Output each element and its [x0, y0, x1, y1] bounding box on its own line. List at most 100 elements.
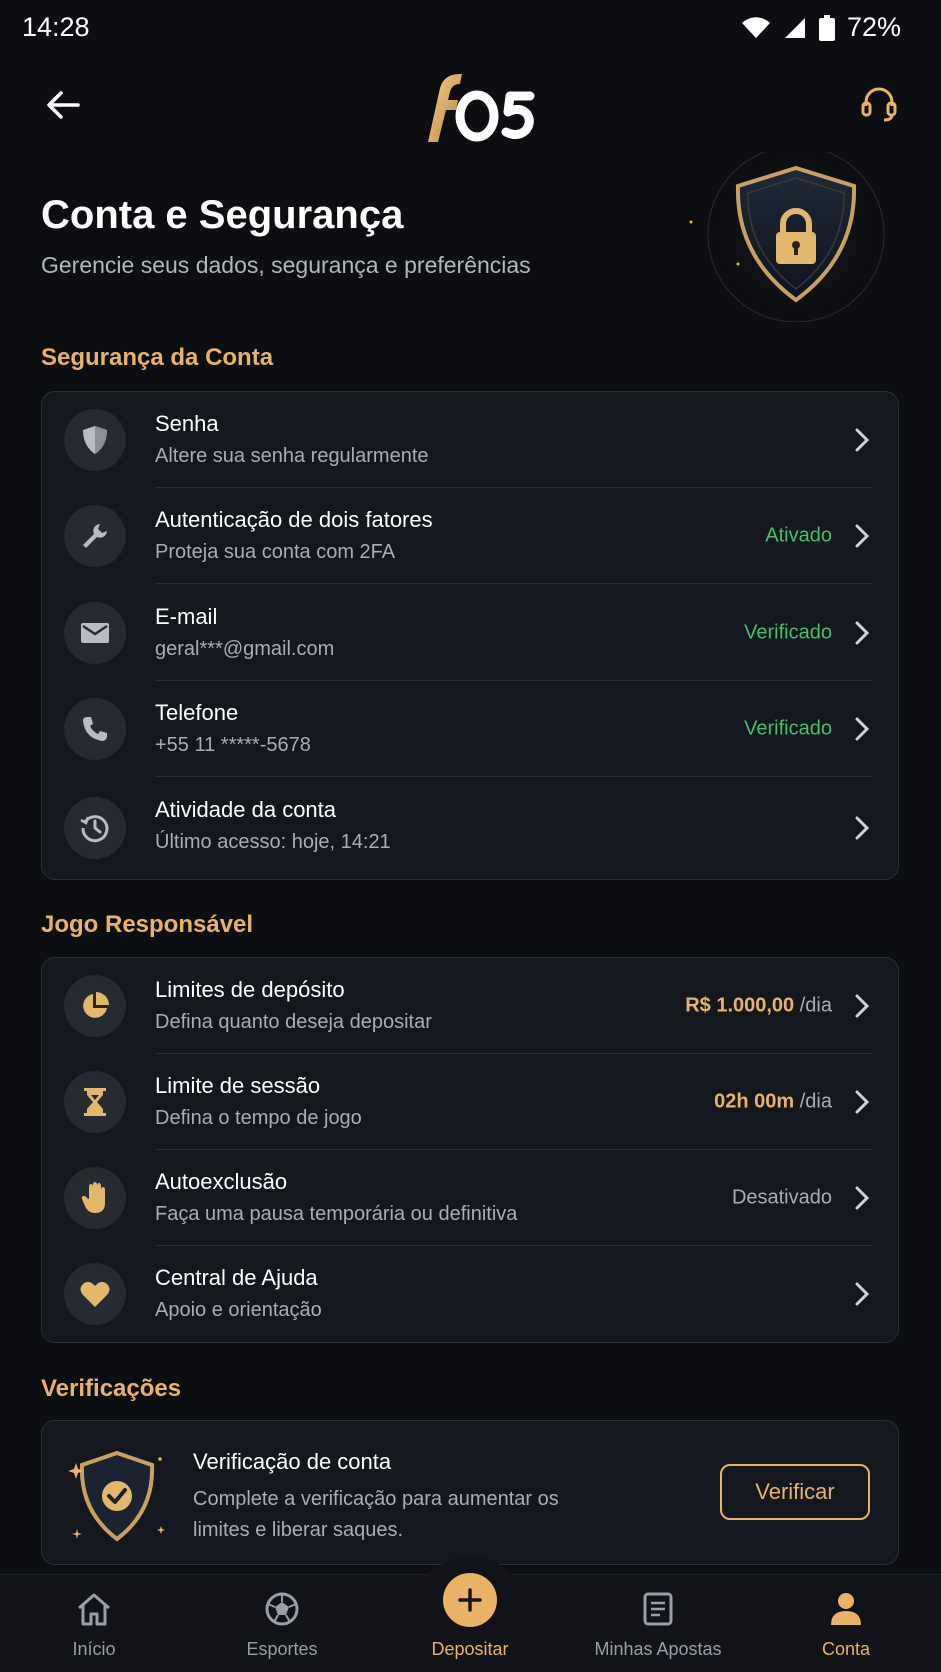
soccer-ball-icon [262, 1589, 302, 1629]
row-icon-wrap [64, 602, 126, 664]
nav-label: Início [72, 1639, 116, 1659]
row-icon-wrap [64, 975, 126, 1037]
limit-unit: /dia [799, 994, 832, 1017]
chevron-right-icon [850, 714, 874, 744]
chevron-right-icon [850, 813, 874, 843]
row-two-factor[interactable]: Autenticação de dois fatores Proteja sua… [42, 488, 900, 584]
limit-amount: R$ 1.000,00 [685, 994, 795, 1017]
nav-home[interactable]: Início [0, 1575, 188, 1672]
plus-icon [443, 1573, 497, 1627]
section-title-security: Segurança da Conta [41, 344, 274, 371]
chevron-right-icon [850, 521, 874, 551]
session-limit-value: 02h 00m /dia [714, 1091, 832, 1114]
verification-card: Verificação de conta Complete a verifica… [41, 1420, 899, 1565]
row-password[interactable]: Senha Altere sua senha regularmente [42, 392, 900, 488]
section-title-responsible: Jogo Responsável [41, 911, 254, 938]
status-badge: Verificado [744, 621, 832, 644]
f05-logo [428, 74, 535, 142]
row-email[interactable]: E-mail geral***@gmail.com Verificado [42, 585, 900, 681]
status-icons: 72% [741, 12, 901, 43]
signal-icon [784, 17, 805, 38]
nav-my-bets[interactable]: Minhas Apostas [564, 1575, 752, 1672]
status-badge: Desativado [731, 1186, 832, 1209]
shield-icon [83, 426, 107, 454]
row-title: Atividade da conta [155, 797, 337, 822]
row-title: Limites de depósito [155, 977, 345, 1002]
row-phone[interactable]: Telefone +55 11 *****-5678 Verificado [42, 681, 900, 777]
row-icon-wrap [64, 409, 126, 471]
back-button[interactable] [40, 82, 86, 128]
nav-account[interactable]: Conta [752, 1575, 940, 1672]
pie-chart-icon [83, 992, 109, 1018]
row-session-limit[interactable]: Limite de sessão Defina o tempo de jogo … [42, 1054, 900, 1150]
heart-icon [80, 1281, 110, 1307]
row-subtitle: Defina quanto deseja depositar [155, 1011, 432, 1033]
responsible-card: Limites de depósito Defina quanto deseja… [41, 957, 899, 1343]
nav-label: Depositar [431, 1639, 509, 1659]
hourglass-icon [84, 1088, 106, 1116]
chevron-right-icon [850, 618, 874, 648]
row-icon-wrap [64, 797, 126, 859]
row-deposit-limits[interactable]: Limites de depósito Defina quanto deseja… [42, 958, 900, 1054]
history-icon [80, 815, 109, 843]
chevron-right-icon [850, 425, 874, 455]
wrench-icon [83, 524, 107, 548]
page-subtitle: Gerencie seus dados, segurança e preferê… [41, 252, 531, 278]
row-title: Senha [155, 411, 219, 436]
receipt-icon [638, 1589, 678, 1629]
row-subtitle: Apoio e orientação [155, 1299, 322, 1321]
status-time: 14:28 [22, 12, 90, 42]
nav-label: Conta [821, 1639, 871, 1659]
verified-shield-icon [68, 1450, 165, 1542]
row-title: Central de Ajuda [155, 1265, 318, 1290]
row-icon-wrap [64, 1263, 126, 1325]
home-icon [74, 1589, 114, 1629]
status-bar: 14:28 72% [0, 0, 941, 56]
row-subtitle: Altere sua senha regularmente [155, 445, 429, 467]
row-subtitle: geral***@gmail.com [155, 638, 335, 660]
row-title: Autoexclusão [155, 1169, 288, 1194]
battery-icon [818, 14, 835, 41]
phone-icon [83, 717, 107, 741]
chevron-right-icon [850, 1279, 874, 1309]
row-account-activity[interactable]: Atividade da conta Último acesso: hoje, … [42, 778, 900, 878]
chevron-right-icon [850, 1087, 874, 1117]
row-title: Telefone [155, 700, 239, 725]
divider [155, 583, 873, 584]
deposit-limit-value: R$ 1.000,00 /dia [685, 995, 832, 1018]
page-title: Conta e Segurança [41, 193, 404, 237]
row-subtitle: Último acesso: hoje, 14:21 [155, 831, 391, 853]
app-header [0, 56, 941, 156]
headset-icon [861, 87, 897, 122]
row-subtitle: Defina o tempo de jogo [155, 1107, 362, 1129]
row-subtitle: Faça uma pausa temporária ou definitiva [155, 1203, 518, 1225]
limit-amount: 02h 00m [714, 1090, 795, 1113]
row-icon-wrap [64, 698, 126, 760]
divider [155, 776, 873, 777]
user-icon [826, 1589, 866, 1629]
limit-unit: /dia [799, 1090, 832, 1113]
verify-button[interactable]: Verificar [720, 1464, 870, 1520]
security-card: Senha Altere sua senha regularmente Aute… [41, 391, 899, 880]
row-icon-wrap [64, 505, 126, 567]
row-icon-wrap [64, 1071, 126, 1133]
row-subtitle: +55 11 *****-5678 [155, 734, 311, 756]
row-title: Limite de sessão [155, 1073, 321, 1098]
nav-deposit[interactable]: Depositar [376, 1573, 564, 1672]
hand-icon [81, 1182, 105, 1213]
nav-label: Esportes [246, 1639, 318, 1659]
mail-icon [81, 623, 109, 643]
section-title-verifications: Verificações [41, 1375, 182, 1402]
nav-sports[interactable]: Esportes [188, 1575, 376, 1672]
row-help-center[interactable]: Central de Ajuda Apoio e orientação [42, 1246, 900, 1342]
wifi-icon [741, 16, 770, 38]
bottom-nav: Início Esportes Depositar Minhas Apostas… [0, 1557, 941, 1672]
row-subtitle: Proteja sua conta com 2FA [155, 541, 396, 563]
status-badge: Ativado [765, 524, 832, 547]
support-button[interactable] [855, 80, 903, 128]
verification-text: Complete a verificação para aumentar os … [193, 1488, 559, 1541]
status-badge: Verificado [744, 717, 832, 740]
arrow-left-icon [47, 91, 80, 119]
chevron-right-icon [850, 1183, 874, 1213]
row-self-exclusion[interactable]: Autoexclusão Faça uma pausa temporária o… [42, 1150, 900, 1246]
